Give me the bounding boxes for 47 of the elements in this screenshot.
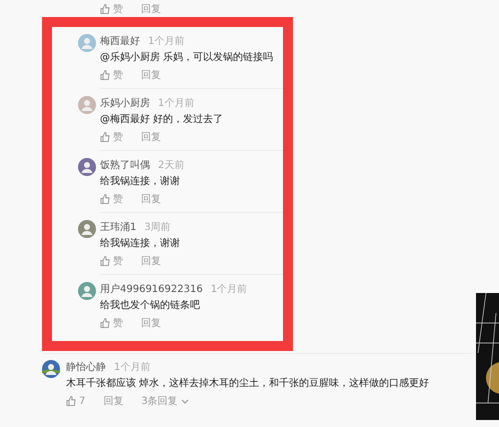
time-ago: 2天前: [158, 159, 184, 172]
thumbs-up-icon: [100, 70, 110, 80]
reply-text: 给我也发个锅的链条吧: [100, 298, 201, 313]
thumbs-up-icon: [100, 4, 110, 14]
reply-link[interactable]: 回复: [141, 192, 161, 206]
like-button[interactable]: 赞: [100, 254, 123, 268]
reply-link[interactable]: 回复: [141, 68, 161, 82]
time-ago: 1个月前: [114, 361, 150, 374]
reply-link[interactable]: 回复: [141, 2, 161, 16]
avatar-icon: [42, 360, 60, 378]
reply-text: @乐妈小厨房 乐妈，可以发锅的链接吗: [100, 50, 274, 65]
comment-text: 木耳千张都应该 焯水，这样去掉木耳的尘土，和千张的豆腥味，这样做的口感更好: [66, 376, 430, 391]
user-name: 梅西最好: [100, 34, 140, 48]
user-name: 王玮涌1: [100, 220, 136, 234]
reply-link[interactable]: 回复: [141, 254, 161, 268]
thumbs-up-icon: [100, 132, 110, 142]
avatar-icon: [78, 96, 96, 114]
reply-text: 给我锅连接，谢谢: [100, 236, 180, 251]
user-name: 乐妈小厨房: [100, 96, 150, 110]
reply-text: 给我锅连接，谢谢: [100, 174, 181, 189]
like-button[interactable]: 赞: [100, 68, 123, 82]
avatar-icon: [78, 282, 96, 300]
replies-link[interactable]: 3条回复: [141, 394, 189, 408]
like-button[interactable]: 赞: [100, 316, 123, 330]
avatar-icon: [78, 34, 96, 52]
thumbs-up-icon: [100, 256, 110, 266]
thumbs-up-icon: [100, 194, 110, 204]
avatar-icon: [78, 220, 96, 238]
user-name: 用户4996916922316: [100, 282, 203, 296]
like-button[interactable]: 赞: [100, 130, 123, 144]
time-ago: 1个月前: [148, 35, 184, 48]
reply-text: @梅西最好 好的，发过去了: [100, 112, 224, 127]
time-ago: 1个月前: [210, 283, 248, 296]
time-ago: 1个月前: [158, 97, 194, 110]
thumbs-up-icon: [100, 318, 110, 328]
time-ago: 3周前: [144, 221, 171, 234]
like-button[interactable]: 赞: [100, 192, 123, 206]
caret-icon: [180, 398, 189, 404]
user-name: 饭熟了叫偶: [100, 158, 150, 172]
user-name: 静怡心静: [66, 360, 106, 374]
avatar-icon: [78, 158, 96, 176]
reply-link[interactable]: 回复: [141, 130, 161, 144]
reply-link[interactable]: 回复: [141, 316, 161, 330]
reply-link[interactable]: 回复: [103, 394, 124, 408]
like-button[interactable]: 7: [66, 396, 86, 406]
thumbs-up-icon: [66, 396, 76, 406]
like-button[interactable]: 赞: [100, 2, 123, 16]
